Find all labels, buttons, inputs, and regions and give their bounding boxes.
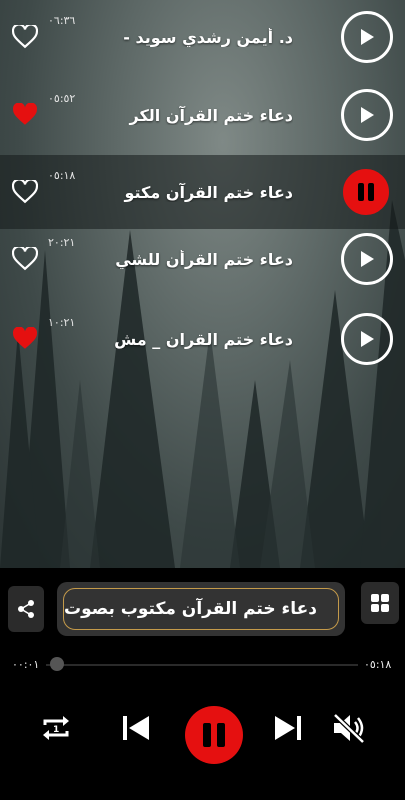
elapsed-time: ٠٠:٠١ xyxy=(12,658,40,671)
track-title[interactable]: د. أيمن رشدي سويد - xyxy=(103,28,293,47)
track-duration: ٠٥:١٨ xyxy=(48,169,76,182)
track-duration: ٠٥:٥٢ xyxy=(48,92,76,105)
repeat-one-icon: 1 xyxy=(43,716,69,740)
play-icon xyxy=(361,251,374,267)
playlist-item-active[interactable]: ٠٥:١٨ دعاء ختم القرآن مكتو xyxy=(0,155,405,229)
repeat-button[interactable]: 1 xyxy=(38,710,74,746)
share-button[interactable] xyxy=(8,586,44,632)
play-icon xyxy=(361,29,374,45)
track-title[interactable]: دعاء ختم القرأن للشي xyxy=(103,250,293,269)
play-button[interactable] xyxy=(341,89,393,141)
track-title[interactable]: دعاء ختم القرآن الكر xyxy=(103,106,294,125)
heart-icon[interactable] xyxy=(12,25,38,49)
track-title[interactable]: دعاء ختم القرآن مكتو xyxy=(103,183,293,202)
play-button[interactable] xyxy=(341,11,393,63)
track-duration: ٢٠:٢١ xyxy=(48,236,76,249)
player-panel: دعاء ختم القرآن مكتوب بصوت ٠٠:٠١ ٠٥:١٨ 1 xyxy=(0,568,405,800)
grid-icon xyxy=(371,594,389,612)
heart-icon[interactable] xyxy=(12,180,38,204)
skip-next-icon xyxy=(275,716,301,740)
skip-previous-icon xyxy=(123,716,149,740)
track-duration: ٠٦:٣٦ xyxy=(48,14,76,27)
track-duration: ١٠:٢١ xyxy=(48,316,76,329)
share-icon xyxy=(18,600,34,618)
heart-filled-icon[interactable] xyxy=(12,327,38,351)
main-pause-button[interactable] xyxy=(185,706,243,764)
seek-knob[interactable] xyxy=(50,657,64,671)
heart-icon[interactable] xyxy=(12,247,38,271)
next-button[interactable] xyxy=(270,710,306,746)
play-button[interactable] xyxy=(341,313,393,365)
playlist-item[interactable]: ٢٠:٢١ دعاء ختم القرأن للشي xyxy=(0,222,405,296)
track-title[interactable]: دعاء ختم القران _ مش xyxy=(103,330,293,349)
pause-icon xyxy=(203,723,225,747)
now-playing-title: دعاء ختم القرآن مكتوب بصوت xyxy=(63,588,339,630)
playlist-item[interactable]: ٠٥:٥٢ دعاء ختم القرآن الكر xyxy=(0,78,405,152)
playlist-item[interactable]: ١٠:٢١ دعاء ختم القران _ مش xyxy=(0,302,405,376)
play-icon xyxy=(361,107,374,123)
svg-text:1: 1 xyxy=(53,725,59,735)
mute-button[interactable] xyxy=(330,710,368,746)
playlist-item[interactable]: ٠٦:٣٦ د. أيمن رشدي سويد - xyxy=(0,0,405,74)
pause-icon xyxy=(358,183,374,201)
play-icon xyxy=(361,331,374,347)
play-button[interactable] xyxy=(341,233,393,285)
seek-bar[interactable] xyxy=(46,664,358,666)
playlist-grid-button[interactable] xyxy=(361,582,399,624)
now-playing-box: دعاء ختم القرآن مكتوب بصوت xyxy=(57,582,345,636)
heart-filled-icon[interactable] xyxy=(12,103,38,127)
pause-button[interactable] xyxy=(343,169,389,215)
volume-off-icon xyxy=(333,713,365,744)
previous-button[interactable] xyxy=(118,710,154,746)
total-time: ٠٥:١٨ xyxy=(364,658,392,671)
